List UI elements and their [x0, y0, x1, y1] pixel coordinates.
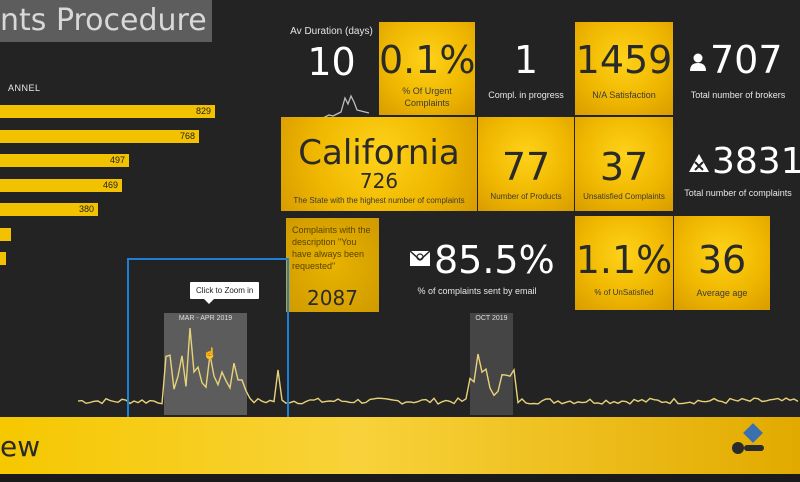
- urgent-value: 0.1%: [379, 38, 476, 82]
- total-complaints-label: Total number of complaints: [684, 188, 792, 198]
- logo-icon: [732, 423, 764, 454]
- brokers-card[interactable]: 707 Total number of brokers: [676, 22, 800, 115]
- state-value: California: [298, 133, 460, 173]
- products-tile[interactable]: 77 Number of Products: [478, 117, 574, 211]
- na-satisfaction-tile[interactable]: 1459 N/A Satisfaction: [575, 22, 673, 115]
- state-count: 726: [359, 169, 399, 193]
- channel-bar[interactable]: 380: [0, 203, 98, 216]
- state-tile[interactable]: California 726 The State with the highes…: [281, 117, 477, 211]
- brokers-value: 707: [710, 38, 783, 82]
- pct-unsatisfied-tile[interactable]: 1.1% % of UnSatisfied: [575, 216, 673, 310]
- email-value: 85.5%: [434, 238, 555, 282]
- channel-bar-value: 829: [195, 106, 211, 116]
- in-progress-card[interactable]: 1 Compl. in progress: [478, 22, 574, 115]
- footer-title: ew: [0, 430, 41, 463]
- channel-bar[interactable]: 829: [0, 105, 215, 118]
- hand-cursor-icon: ☝: [203, 348, 217, 360]
- products-label: Number of Products: [490, 192, 562, 201]
- email-card[interactable]: 85.5% % of complaints sent by email: [382, 218, 572, 312]
- average-age-value: 36: [697, 238, 747, 282]
- description-tile[interactable]: Complaints with the description "You hav…: [286, 218, 379, 312]
- page-title: nts Procedure: [0, 3, 207, 38]
- av-duration-value: 10: [307, 40, 356, 84]
- av-duration-label: Av Duration (days): [290, 26, 373, 37]
- channel-bar[interactable]: [0, 227, 11, 241]
- footer-banner: [0, 417, 800, 474]
- channel-bar[interactable]: 768: [0, 129, 199, 143]
- total-complaints-value: 3831: [712, 141, 800, 182]
- x-badge-icon: [689, 154, 709, 172]
- average-age-tile[interactable]: 36 Average age: [674, 216, 770, 310]
- envelope-icon: [409, 250, 431, 266]
- person-icon: [690, 53, 706, 71]
- na-satisfaction-value: 1459: [575, 38, 673, 82]
- av-duration-card[interactable]: Av Duration (days) 10: [285, 22, 378, 129]
- in-progress-value: 1: [513, 38, 539, 82]
- in-progress-label: Compl. in progress: [488, 90, 564, 100]
- pct-unsatisfied-value: 1.1%: [575, 238, 673, 282]
- unsatisfied-value: 37: [599, 145, 649, 189]
- channel-bar[interactable]: 469: [0, 178, 122, 192]
- description-value: 2087: [307, 286, 358, 310]
- average-age-label: Average age: [696, 288, 748, 298]
- channel-bar-value: 497: [109, 155, 125, 165]
- email-label: % of complaints sent by email: [417, 286, 537, 296]
- urgent-label: % Of Urgent Complaints: [402, 86, 452, 108]
- bottom-strip: [0, 474, 800, 482]
- products-value: 77: [501, 145, 551, 189]
- brokers-label: Total number of brokers: [690, 90, 786, 100]
- channel-bar[interactable]: [0, 252, 6, 265]
- urgent-tile[interactable]: 0.1% % Of Urgent Complaints: [379, 22, 476, 115]
- total-complaints-card[interactable]: 3831 Total number of complaints: [676, 117, 800, 211]
- channel-bar-value: 768: [179, 130, 195, 141]
- na-satisfaction-label: N/A Satisfaction: [592, 90, 656, 100]
- state-label: The State with the highest number of com…: [293, 196, 465, 205]
- channel-chart-label: ANNEL: [8, 83, 41, 93]
- unsatisfied-label: Unsatisfied Complaints: [583, 192, 665, 201]
- pct-unsatisfied-label: % of UnSatisfied: [594, 288, 654, 297]
- unsatisfied-tile[interactable]: 37 Unsatisfied Complaints: [575, 117, 673, 211]
- channel-bar-value: 380: [78, 204, 94, 214]
- zoom-tooltip: Click to Zoom in: [190, 282, 260, 304]
- description-label: Complaints with the description "You hav…: [292, 225, 371, 271]
- channel-bar[interactable]: 497: [0, 154, 129, 167]
- channel-bar-value: 469: [102, 179, 118, 190]
